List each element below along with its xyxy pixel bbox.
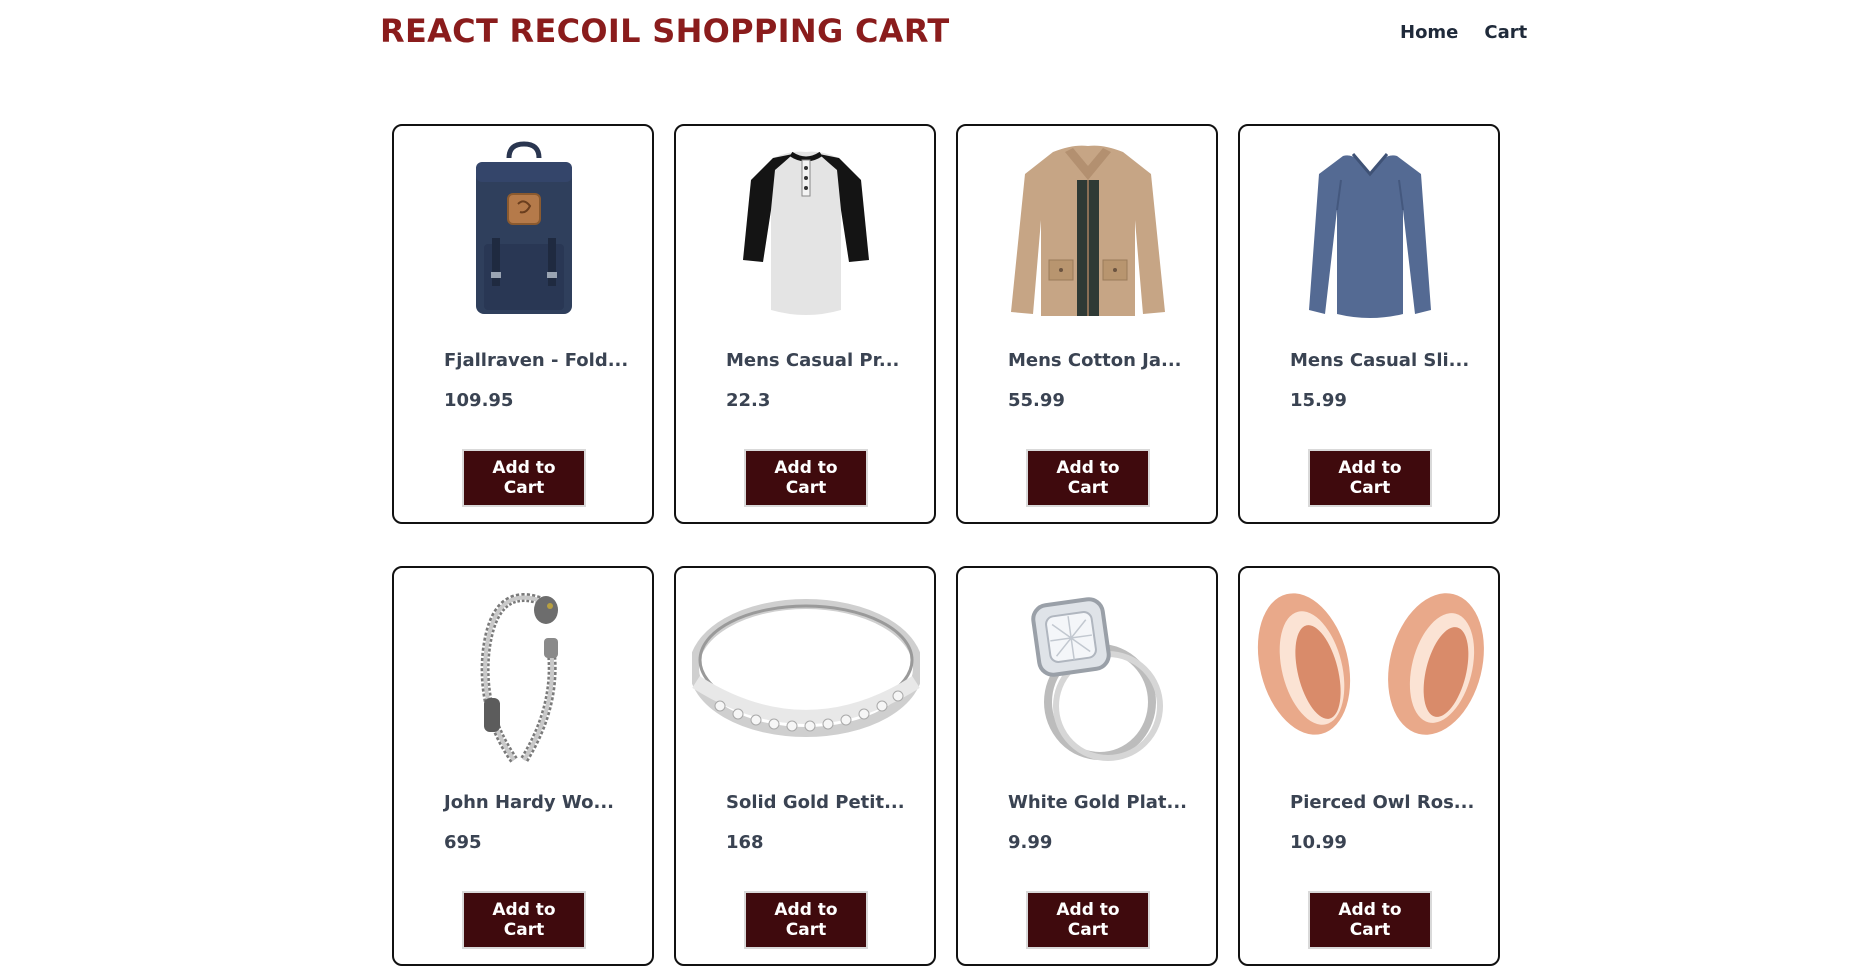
add-to-cart-button[interactable]: Add to Cart — [1308, 449, 1432, 507]
raglan-tshirt-image — [692, 140, 920, 322]
add-to-cart-button[interactable]: Add to Cart — [744, 449, 868, 507]
product-title[interactable]: John Hardy Wo... — [444, 792, 614, 813]
product-title[interactable]: Fjallraven - Fold... — [444, 350, 628, 371]
product-title[interactable]: Pierced Owl Ros... — [1290, 792, 1474, 813]
product-price: 9.99 — [1008, 832, 1053, 853]
product-card: White Gold Plat... 9.99 Add to Cart — [956, 566, 1218, 966]
product-card: Fjallraven - Fold... 109.95 Add to Cart — [392, 124, 654, 524]
product-card: John Hardy Wo... 695 Add to Cart — [392, 566, 654, 966]
product-title[interactable]: Mens Casual Sli... — [1290, 350, 1469, 371]
cotton-jacket-image — [974, 140, 1202, 322]
product-price: 55.99 — [1008, 390, 1065, 411]
product-card: Solid Gold Petit... 168 Add to Cart — [674, 566, 936, 966]
add-to-cart-button[interactable]: Add to Cart — [1026, 449, 1150, 507]
add-to-cart-button[interactable]: Add to Cart — [1026, 891, 1150, 949]
main-nav: Home Cart — [1400, 22, 1527, 43]
add-to-cart-button[interactable]: Add to Cart — [744, 891, 868, 949]
product-card: Mens Casual Pr... 22.3 Add to Cart — [674, 124, 936, 524]
rose-gold-plugs-image — [1256, 582, 1484, 764]
product-card: Mens Casual Sli... 15.99 Add to Cart — [1238, 124, 1500, 524]
product-price: 695 — [444, 832, 482, 853]
site-title: REACT RECOIL SHOPPING CART — [380, 12, 950, 50]
nav-cart-link[interactable]: Cart — [1484, 22, 1527, 43]
add-to-cart-button[interactable]: Add to Cart — [462, 891, 586, 949]
diamond-ring-image — [974, 582, 1202, 764]
product-card: Mens Cotton Ja... 55.99 Add to Cart — [956, 124, 1218, 524]
product-title[interactable]: Mens Cotton Ja... — [1008, 350, 1182, 371]
product-card: Pierced Owl Ros... 10.99 Add to Cart — [1238, 566, 1500, 966]
add-to-cart-button[interactable]: Add to Cart — [1308, 891, 1432, 949]
nav-home-link[interactable]: Home — [1400, 22, 1458, 43]
product-title[interactable]: White Gold Plat... — [1008, 792, 1187, 813]
product-grid: Fjallraven - Fold... 109.95 Add to Cart … — [392, 124, 1500, 966]
site-header: REACT RECOIL SHOPPING CART Home Cart — [0, 0, 1864, 70]
gold-ring-image — [692, 582, 920, 764]
longsleeve-shirt-image — [1256, 140, 1484, 322]
add-to-cart-button[interactable]: Add to Cart — [462, 449, 586, 507]
product-price: 15.99 — [1290, 390, 1347, 411]
product-price: 10.99 — [1290, 832, 1347, 853]
product-price: 109.95 — [444, 390, 514, 411]
chain-bracelet-image — [410, 582, 638, 764]
backpack-image — [410, 140, 638, 322]
product-title[interactable]: Mens Casual Pr... — [726, 350, 899, 371]
product-price: 22.3 — [726, 390, 771, 411]
product-title[interactable]: Solid Gold Petit... — [726, 792, 905, 813]
product-price: 168 — [726, 832, 764, 853]
